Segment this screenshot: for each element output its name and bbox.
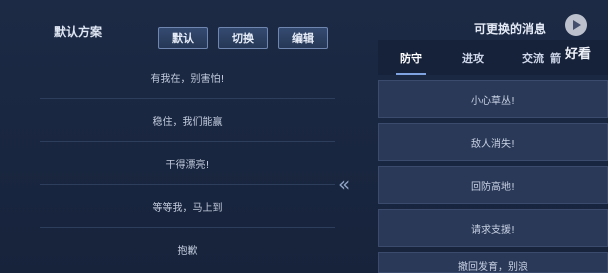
message-row[interactable]: 等等我，马上到 xyxy=(40,185,335,228)
scheme-message-list: 有我在，别害怕! 稳住，我们能赢 干得漂亮! 等等我，马上到 抱歉 xyxy=(40,56,335,271)
watermark-brand: 好看 xyxy=(565,47,592,62)
replaceable-message[interactable]: 请求支援! xyxy=(378,209,608,247)
replaceable-message[interactable]: 撤回发育，别浪 xyxy=(378,252,608,273)
switch-button[interactable]: 切换 xyxy=(218,27,268,49)
message-row[interactable]: 干得漂亮! xyxy=(40,142,335,185)
replaceable-messages-panel: 可更换的消息 防守 进攻 交流 箭 小心草丛! 敌人消失! 回防高地! 请求支援… xyxy=(378,0,608,273)
scheme-title: 默认方案 xyxy=(54,25,103,39)
play-logo-icon xyxy=(565,14,587,36)
message-settings-screen: 默认方案 默认 切换 编辑 有我在，别害怕! 稳住，我们能赢 干得漂亮! 等等我… xyxy=(0,0,608,273)
default-button[interactable]: 默认 xyxy=(158,27,208,49)
default-scheme-panel: 默认方案 默认 切换 编辑 有我在，别害怕! 稳住，我们能赢 干得漂亮! 等等我… xyxy=(40,8,335,273)
message-row[interactable]: 抱歉 xyxy=(40,228,335,271)
message-row[interactable]: 稳住，我们能赢 xyxy=(40,99,335,142)
tab-partial[interactable]: 箭 xyxy=(550,50,561,66)
tab-attack[interactable]: 进攻 xyxy=(462,50,484,66)
edit-button[interactable]: 编辑 xyxy=(278,27,328,49)
tab-communicate[interactable]: 交流 xyxy=(522,50,544,66)
double-chevron-left-icon[interactable]: « xyxy=(338,172,350,196)
tab-defense[interactable]: 防守 xyxy=(396,50,426,75)
replaceable-message[interactable]: 回防高地! xyxy=(378,166,608,204)
replaceable-title: 可更换的消息 xyxy=(474,22,547,36)
message-row[interactable]: 有我在，别害怕! xyxy=(40,56,335,99)
replaceable-message[interactable]: 小心草丛! xyxy=(378,80,608,118)
replaceable-message[interactable]: 敌人消失! xyxy=(378,123,608,161)
